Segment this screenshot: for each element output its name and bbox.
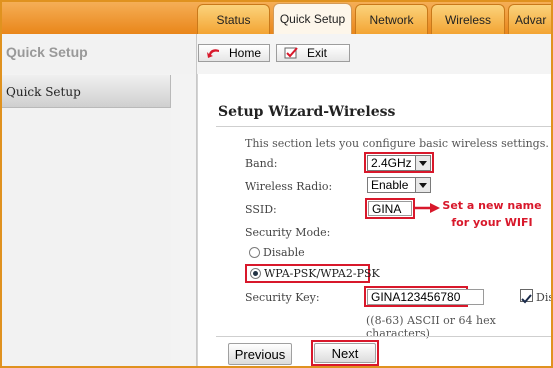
exit-button[interactable]: Exit	[276, 44, 350, 62]
exit-button-label: Exit	[307, 46, 328, 60]
wireless-radio-select[interactable]: Enable	[367, 177, 431, 193]
security-wpa-label: WPA-PSK/WPA2-PSK	[264, 267, 380, 280]
home-button[interactable]: Home	[198, 44, 270, 62]
ssid-label: SSID:	[245, 203, 277, 216]
tab-advanced[interactable]: Advar	[508, 4, 553, 34]
tab-network[interactable]: Network	[355, 4, 428, 34]
previous-button[interactable]: Previous	[228, 343, 292, 365]
security-wpa-radio[interactable]	[250, 268, 261, 279]
security-key-label: Security Key:	[245, 291, 320, 304]
security-mode-label: Security Mode:	[245, 226, 331, 239]
wireless-radio-value: Enable	[371, 178, 409, 192]
home-button-label: Home	[229, 46, 262, 60]
sidebar-background	[0, 108, 171, 368]
annotation-line-2: for your WIFI	[451, 216, 533, 229]
band-select-value: 2.4GHz	[371, 156, 412, 170]
band-label: Band:	[245, 157, 278, 170]
security-disable-label: Disable	[263, 246, 305, 259]
display-key-checkbox[interactable]	[520, 289, 533, 304]
sidebar-item-label: Quick Setup	[6, 85, 81, 99]
security-disable-radio[interactable]	[249, 247, 260, 258]
display-key-label: Dis	[536, 291, 553, 304]
next-button[interactable]: Next	[314, 343, 376, 363]
checkmark-icon	[521, 294, 532, 304]
tab-status[interactable]: Status	[197, 4, 270, 34]
annotation-line-1: Set a new name	[442, 199, 542, 212]
security-key-value: GINA123456780	[371, 290, 461, 304]
wireless-radio-label: Wireless Radio:	[245, 180, 333, 193]
wizard-description: This section lets you configure basic wi…	[245, 137, 549, 150]
button-divider	[216, 336, 553, 337]
exit-checkbox-icon	[283, 47, 299, 59]
home-arrow-icon	[205, 47, 221, 59]
page-title: Setup Wizard-Wireless	[218, 104, 396, 120]
band-select[interactable]: 2.4GHz	[367, 155, 431, 171]
title-divider	[216, 126, 553, 127]
ssid-input-value: GINA	[372, 201, 402, 216]
ssid-input[interactable]: GINA	[368, 201, 412, 216]
sidebar-title: Quick Setup	[6, 44, 88, 60]
tab-wireless[interactable]: Wireless	[431, 4, 505, 34]
tab-quick-setup[interactable]: Quick Setup	[273, 3, 352, 34]
annotation-note: Set a new name for your WIFI	[432, 197, 552, 231]
chevron-down-icon	[415, 178, 430, 192]
security-key-input[interactable]: GINA123456780	[367, 289, 484, 305]
chevron-down-icon	[415, 156, 430, 170]
